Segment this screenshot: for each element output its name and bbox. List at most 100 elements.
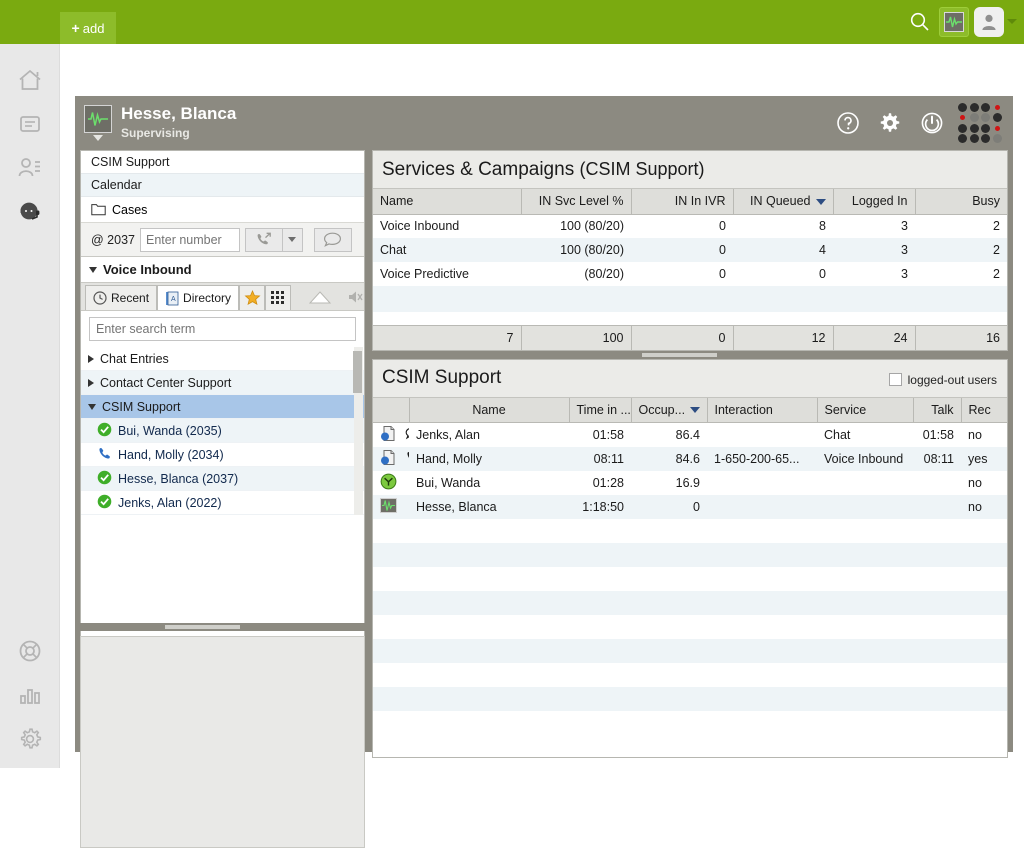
- column-header[interactable]: Occup...: [631, 398, 707, 423]
- dial-out-button[interactable]: [245, 228, 283, 252]
- dial-options-button[interactable]: [283, 228, 303, 252]
- queue-selector[interactable]: Voice Inbound: [81, 257, 364, 283]
- table-cell: [817, 687, 913, 711]
- column-header[interactable]: Logged In: [833, 189, 915, 214]
- tab-directory-label: Directory: [183, 291, 231, 305]
- tree-contact[interactable]: Hand, Molly (2034): [81, 443, 364, 467]
- column-header[interactable]: Service: [817, 398, 913, 423]
- column-header[interactable]: Time in ...: [569, 398, 631, 423]
- totals-cell: 0: [631, 326, 733, 350]
- sidebar-item-agent[interactable]: [0, 190, 60, 234]
- table-cell: [961, 639, 1007, 663]
- column-header-label: Logged In: [852, 194, 908, 208]
- table-cell: 8: [733, 214, 833, 238]
- waveform-status-button[interactable]: [939, 7, 969, 37]
- column-header[interactable]: IN In IVR: [631, 189, 733, 214]
- recording-flag: no: [961, 495, 1007, 519]
- number-input[interactable]: [140, 228, 240, 252]
- team-label[interactable]: CSIM Support: [81, 151, 364, 174]
- agent-state-chevron-down-icon[interactable]: [93, 135, 103, 141]
- dialpad-row: @ 2037: [81, 223, 364, 257]
- column-header[interactable]: Name: [373, 189, 521, 214]
- tree-group[interactable]: Contact Center Support: [81, 371, 364, 395]
- sidebar-item-home[interactable]: [0, 58, 60, 102]
- services-empty-row: [373, 312, 1007, 325]
- column-header[interactable]: IN Queued: [733, 189, 833, 214]
- search-icon[interactable]: [909, 11, 931, 33]
- sidebar-item-settings[interactable]: [0, 717, 60, 761]
- cases-item[interactable]: Cases: [81, 197, 364, 223]
- table-cell: [961, 711, 1007, 735]
- gear-icon[interactable]: [869, 96, 911, 150]
- table-row[interactable]: Bui, Wanda01:2816.9no: [373, 471, 1007, 495]
- table-row[interactable]: Hand, Molly08:1184.61-650-200-65...Voice…: [373, 447, 1007, 471]
- table-row[interactable]: Voice Inbound100 (80/20)0832: [373, 214, 1007, 238]
- totals-cell: 100: [521, 326, 631, 350]
- table-row[interactable]: Jenks, Alan01:5886.4Chat01:58no: [373, 423, 1007, 447]
- table-row[interactable]: Hesse, Blanca1:18:500no: [373, 495, 1007, 519]
- talk-time: [913, 495, 961, 519]
- time-in-state: 1:18:50: [569, 495, 631, 519]
- help-icon[interactable]: [827, 96, 869, 150]
- table-row-empty: [373, 591, 1007, 615]
- mute-icon[interactable]: [347, 289, 363, 310]
- sidebar-item-support[interactable]: [0, 629, 60, 673]
- column-header[interactable]: Name: [409, 398, 569, 423]
- table-row[interactable]: Voice Predictive(80/20)0032: [373, 262, 1007, 286]
- logged-out-users-checkbox[interactable]: [889, 373, 902, 386]
- column-header[interactable]: Busy: [915, 189, 1007, 214]
- interaction: [707, 471, 817, 495]
- tree-contact[interactable]: Hesse, Blanca (2037): [81, 467, 364, 491]
- directory-vertical-scrollbar[interactable]: [354, 347, 363, 515]
- add-plus-icon: +: [72, 21, 80, 35]
- column-header[interactable]: Interaction: [707, 398, 817, 423]
- power-icon[interactable]: [911, 96, 953, 150]
- services-horizontal-scrollbar[interactable]: [372, 351, 1008, 359]
- table-row[interactable]: Chat100 (80/20)0432: [373, 238, 1007, 262]
- talk-time: 08:11: [913, 447, 961, 471]
- column-header[interactable]: [373, 398, 409, 423]
- table-cell: 2: [915, 262, 1007, 286]
- tree-contact[interactable]: Jenks, Alan (2022): [81, 491, 364, 515]
- table-cell: [373, 711, 409, 735]
- table-cell: [707, 711, 817, 735]
- column-header[interactable]: IN Svc Level %: [521, 189, 631, 214]
- table-row-empty: [373, 519, 1007, 543]
- tree-group[interactable]: Chat Entries: [81, 347, 364, 371]
- supervising-wave-icon: [84, 105, 112, 133]
- scrollbar-thumb[interactable]: [353, 351, 362, 393]
- sidebar-item-reports[interactable]: [0, 673, 60, 717]
- table-cell: [707, 519, 817, 543]
- address-book-icon: A: [165, 291, 179, 306]
- search-input[interactable]: [89, 317, 356, 341]
- scrollbar-thumb[interactable]: [165, 625, 240, 629]
- tab-directory[interactable]: A Directory: [157, 285, 239, 310]
- sidebar-item-messages[interactable]: [0, 102, 60, 146]
- user-menu-chevron-down-icon[interactable]: [1007, 19, 1017, 24]
- scrollbar-thumb[interactable]: [642, 353, 717, 357]
- tab-favorites[interactable]: [239, 285, 265, 310]
- logged-out-users-toggle[interactable]: logged-out users: [889, 373, 997, 387]
- tree-contact[interactable]: Bui, Wanda (2035): [81, 419, 364, 443]
- tab-keypad[interactable]: [265, 285, 291, 310]
- tree-group[interactable]: CSIM Support: [81, 395, 364, 419]
- column-header[interactable]: Rec: [961, 398, 1007, 423]
- dial-button-group: [245, 228, 303, 252]
- tab-recent[interactable]: Recent: [85, 285, 157, 310]
- table-cell: [961, 567, 1007, 591]
- directory-horizontal-scrollbar[interactable]: [80, 623, 365, 631]
- status-dot: [995, 105, 1000, 110]
- add-button[interactable]: + add: [60, 12, 116, 44]
- tree-node-label: Hesse, Blanca (2037): [118, 472, 238, 486]
- sidebar-item-contacts[interactable]: [0, 146, 60, 190]
- column-header[interactable]: Talk: [913, 398, 961, 423]
- table-cell: [817, 639, 913, 663]
- table-cell: [707, 615, 817, 639]
- triangle-up-icon[interactable]: [307, 289, 333, 310]
- table-cell: 2: [915, 238, 1007, 262]
- user-avatar[interactable]: [974, 7, 1004, 37]
- table-cell: [569, 519, 631, 543]
- calendar-item[interactable]: Calendar: [81, 174, 364, 197]
- table-cell: [569, 591, 631, 615]
- start-chat-button[interactable]: [314, 228, 352, 252]
